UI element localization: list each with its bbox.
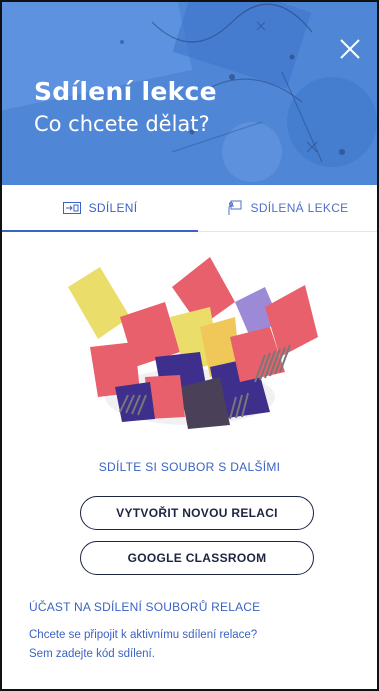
tab-shared-lesson-label: SDÍLENÁ LEKCE: [250, 201, 349, 215]
panel-subtitle: Co chcete dělat?: [34, 112, 210, 136]
join-description-line2: Sem zadejte kód sdílení.: [29, 648, 155, 660]
join-description-line1: Chcete se připojit k aktivnímu sdílení r…: [29, 629, 258, 641]
panel-title: Sdílení lekce: [34, 77, 217, 106]
google-classroom-button[interactable]: GOOGLE CLASSROOM: [80, 541, 314, 575]
create-session-button[interactable]: VYTVOŘIT NOVOU RELACI: [80, 496, 314, 530]
tab-share[interactable]: SDÍLENÍ: [2, 185, 198, 232]
shared-files-illustration: [68, 257, 318, 429]
share-screen-icon: [62, 202, 81, 214]
tab-bar: SDÍLENÍ SDÍLENÁ LEKCE: [2, 185, 377, 232]
joined-lesson-icon: [227, 200, 243, 216]
close-icon[interactable]: [335, 34, 365, 64]
join-description: Chcete se připojit k aktivnímu sdílení r…: [29, 626, 349, 664]
panel-header: Sdílení lekce Co chcete dělat?: [2, 2, 377, 185]
share-caption: SDÍLTE SI SOUBOR S DALŠÍMI: [98, 460, 281, 474]
join-section-title: ÚČAST NA SDÍLENÍ SOUBORŮ RELACE: [29, 600, 261, 614]
tab-shared-lesson[interactable]: SDÍLENÁ LEKCE: [198, 185, 377, 231]
share-lesson-panel: Sdílení lekce Co chcete dělat? SDÍLENÍ S…: [0, 0, 379, 691]
tab-share-label: SDÍLENÍ: [88, 201, 138, 215]
